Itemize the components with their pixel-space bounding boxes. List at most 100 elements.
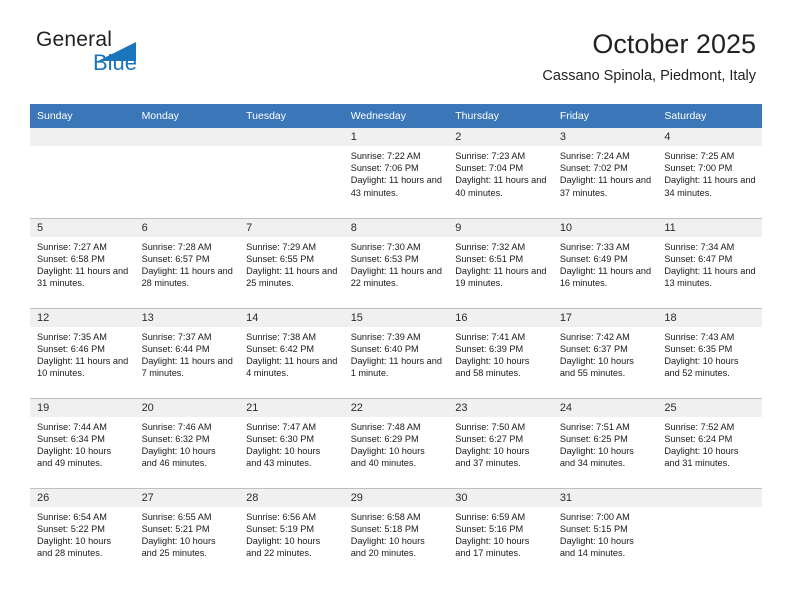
calendar-week-row: 19 Sunrise: 7:44 AM Sunset: 6:34 PM Dayligh…: [30, 397, 762, 488]
sunset-text: Sunset: 6:32 PM: [141, 433, 210, 444]
day-cell[interactable]: 31 Sunrise: 7:00 AM Sunset: 5:15 PM Dayligh…: [552, 487, 658, 578]
daylight-text: Daylight: 11 hours and 22 minutes.: [350, 265, 442, 289]
day-cell[interactable]: 13 Sunrise: 7:37 AM Sunset: 6:44 PM Dayligh…: [134, 307, 240, 398]
day-cell[interactable]: 6 Sunrise: 7:28 AM Sunset: 6:57 PM Daylight…: [134, 217, 240, 308]
day-number: 2: [448, 128, 553, 146]
day-cell[interactable]: 1 Sunrise: 7:22 AM Sunset: 7:06 PM Daylight…: [343, 128, 449, 218]
day-cell[interactable]: 3 Sunrise: 7:24 AM Sunset: 7:02 PM Daylight…: [552, 128, 658, 218]
day-cell[interactable]: 26 Sunrise: 6:54 AM Sunset: 5:22 PM Dayligh…: [30, 487, 135, 578]
sunrise-text: Sunrise: 7:27 AM: [37, 241, 107, 252]
daylight-text: Daylight: 11 hours and 1 minute.: [350, 355, 442, 379]
day-number: [239, 128, 344, 146]
sunrise-text: Sunrise: 7:37 AM: [141, 331, 212, 342]
day-number: 3: [552, 128, 658, 146]
day-number: 15: [343, 308, 449, 327]
day-cell[interactable]: 20 Sunrise: 7:46 AM Sunset: 6:32 PM Dayligh…: [134, 397, 240, 488]
day-cell[interactable]: 21 Sunrise: 7:47 AM Sunset: 6:30 PM Dayligh…: [239, 397, 344, 488]
day-cell[interactable]: 25 Sunrise: 7:52 AM Sunset: 6:24 PM Dayligh…: [657, 397, 762, 488]
daylight-text: Daylight: 10 hours and 52 minutes.: [664, 355, 739, 379]
day-cell[interactable]: 30 Sunrise: 6:59 AM Sunset: 5:16 PM Dayligh…: [448, 487, 553, 578]
daylight-text: Daylight: 10 hours and 49 minutes.: [37, 445, 112, 469]
day-cell[interactable]: 15 Sunrise: 7:39 AM Sunset: 6:40 PM Dayligh…: [343, 307, 449, 398]
brand-name-general: General: [36, 28, 113, 51]
day-number: 18: [657, 308, 762, 327]
sunset-text: Sunset: 6:30 PM: [246, 433, 315, 444]
sunrise-text: Sunrise: 7:32 AM: [455, 241, 526, 252]
daylight-text: Daylight: 10 hours and 46 minutes.: [141, 445, 216, 469]
calendar-week-row: 5 Sunrise: 7:27 AM Sunset: 6:58 PM Daylight…: [30, 217, 762, 308]
calendar-week-row: 1 Sunrise: 7:22 AM Sunset: 7:06 PM Daylight…: [30, 128, 762, 218]
day-details: Sunrise: 7:28 AM Sunset: 6:57 PM Daylight:…: [135, 237, 240, 290]
daylight-text: Daylight: 11 hours and 10 minutes.: [37, 355, 129, 379]
daylight-text: Daylight: 11 hours and 37 minutes.: [559, 175, 652, 198]
day-cell[interactable]: 24 Sunrise: 7:51 AM Sunset: 6:25 PM Dayligh…: [552, 397, 658, 488]
day-cell[interactable]: 9 Sunrise: 7:32 AM Sunset: 6:51 PM Daylight…: [448, 217, 553, 308]
day-number: 28: [239, 488, 344, 507]
day-number: 13: [134, 308, 240, 327]
day-details: Sunrise: 7:44 AM Sunset: 6:34 PM Daylight:…: [30, 417, 135, 470]
day-cell[interactable]: 18 Sunrise: 7:43 AM Sunset: 6:35 PM Dayligh…: [657, 307, 762, 398]
day-details: Sunrise: 7:29 AM Sunset: 6:55 PM Daylight:…: [239, 237, 344, 290]
day-cell-empty: [30, 128, 135, 218]
day-cell-empty: [134, 128, 240, 218]
day-details: Sunrise: 7:52 AM Sunset: 6:24 PM Daylight:…: [657, 417, 762, 470]
day-details: Sunrise: 7:41 AM Sunset: 6:39 PM Daylight:…: [448, 327, 553, 380]
day-number: 27: [134, 488, 240, 507]
page-title: October 2025: [592, 29, 756, 59]
daylight-text: Daylight: 11 hours and 19 minutes.: [455, 265, 547, 289]
daylight-text: Daylight: 10 hours and 25 minutes.: [141, 535, 216, 559]
day-details: Sunrise: 7:42 AM Sunset: 6:37 PM Daylight:…: [553, 327, 658, 380]
sunset-text: Sunset: 6:27 PM: [455, 433, 524, 444]
day-cell[interactable]: 19 Sunrise: 7:44 AM Sunset: 6:34 PM Dayligh…: [30, 397, 135, 488]
day-cell[interactable]: 4 Sunrise: 7:25 AM Sunset: 7:00 PM Daylight…: [657, 128, 762, 218]
sunset-text: Sunset: 6:51 PM: [455, 253, 524, 264]
sunrise-text: Sunrise: 7:48 AM: [350, 421, 421, 432]
day-cell[interactable]: 28 Sunrise: 6:56 AM Sunset: 5:19 PM Dayligh…: [239, 487, 344, 578]
day-number: 19: [30, 398, 135, 417]
day-number: 5: [30, 218, 135, 237]
sunrise-text: Sunrise: 7:35 AM: [37, 331, 107, 342]
day-number: 30: [448, 488, 553, 507]
day-number: 23: [448, 398, 553, 417]
day-cell[interactable]: 14 Sunrise: 7:38 AM Sunset: 6:42 PM Dayligh…: [239, 307, 344, 398]
day-number: 11: [657, 218, 762, 237]
weekday-header-saturday: Saturday: [664, 110, 707, 122]
weekday-header-row: Sunday Monday Tuesday Wednesday Thursday…: [30, 104, 762, 128]
sunset-text: Sunset: 6:24 PM: [664, 433, 733, 444]
day-cell[interactable]: 22 Sunrise: 7:48 AM Sunset: 6:29 PM Dayligh…: [343, 397, 449, 488]
day-number: 12: [30, 308, 135, 327]
day-cell[interactable]: 29 Sunrise: 6:58 AM Sunset: 5:18 PM Dayligh…: [343, 487, 449, 578]
daylight-text: Daylight: 11 hours and 25 minutes.: [246, 265, 338, 289]
day-cell[interactable]: 10 Sunrise: 7:33 AM Sunset: 6:49 PM Dayligh…: [552, 217, 658, 308]
day-cell[interactable]: 5 Sunrise: 7:27 AM Sunset: 6:58 PM Daylight…: [30, 217, 135, 308]
day-cell[interactable]: 11 Sunrise: 7:34 AM Sunset: 6:47 PM Dayligh…: [657, 217, 762, 308]
daylight-text: Daylight: 11 hours and 34 minutes.: [664, 175, 756, 198]
day-cell[interactable]: 12 Sunrise: 7:35 AM Sunset: 6:46 PM Dayligh…: [30, 307, 135, 398]
day-cell[interactable]: 8 Sunrise: 7:30 AM Sunset: 6:53 PM Daylight…: [343, 217, 449, 308]
calendar-week-row: 12 Sunrise: 7:35 AM Sunset: 6:46 PM Dayligh…: [30, 307, 762, 398]
sunset-text: Sunset: 6:44 PM: [141, 343, 210, 354]
daylight-text: Daylight: 10 hours and 20 minutes.: [350, 535, 425, 559]
daylight-text: Daylight: 11 hours and 28 minutes.: [141, 265, 233, 289]
day-cell[interactable]: 17 Sunrise: 7:42 AM Sunset: 6:37 PM Dayligh…: [552, 307, 658, 398]
daylight-text: Daylight: 10 hours and 31 minutes.: [664, 445, 739, 469]
sunrise-text: Sunrise: 7:47 AM: [246, 421, 317, 432]
sunrise-text: Sunrise: 7:24 AM: [559, 151, 630, 161]
day-cell[interactable]: 16 Sunrise: 7:41 AM Sunset: 6:39 PM Dayligh…: [448, 307, 553, 398]
day-details: Sunrise: 6:56 AM Sunset: 5:19 PM Daylight:…: [239, 507, 344, 560]
day-cell[interactable]: 7 Sunrise: 7:29 AM Sunset: 6:55 PM Daylight…: [239, 217, 344, 308]
sunset-text: Sunset: 6:42 PM: [246, 343, 315, 354]
day-cell-empty: [657, 487, 762, 578]
day-cell[interactable]: 2 Sunrise: 7:23 AM Sunset: 7:04 PM Daylight…: [448, 128, 553, 218]
sunset-text: Sunset: 6:58 PM: [37, 253, 105, 264]
day-number: 7: [239, 218, 344, 237]
day-cell[interactable]: 23 Sunrise: 7:50 AM Sunset: 6:27 PM Dayligh…: [448, 397, 553, 488]
day-details: Sunrise: 7:00 AM Sunset: 5:15 PM Daylight:…: [553, 507, 658, 560]
sunset-text: Sunset: 6:40 PM: [350, 343, 419, 354]
daylight-text: Daylight: 10 hours and 14 minutes.: [559, 535, 634, 559]
day-number: 8: [343, 218, 449, 237]
sunrise-text: Sunrise: 7:39 AM: [350, 331, 421, 342]
sunrise-text: Sunrise: 7:29 AM: [246, 241, 317, 252]
day-cell[interactable]: 27 Sunrise: 6:55 AM Sunset: 5:21 PM Dayligh…: [134, 487, 240, 578]
brand-name-blue: Blue: [93, 50, 138, 75]
